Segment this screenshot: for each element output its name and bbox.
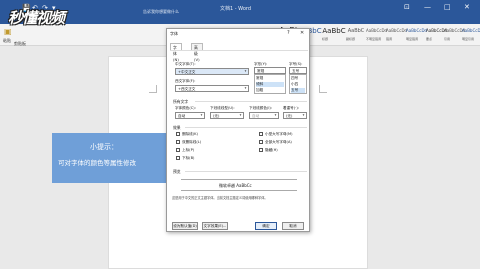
checkbox-box[interactable]	[259, 148, 263, 152]
style-strong[interactable]: AaBbCcDd 要点	[426, 25, 447, 45]
paste-label[interactable]: 粘贴	[3, 38, 11, 44]
chinese-font-select[interactable]: +中文正文 ▾	[175, 68, 249, 75]
tip-text: 可对字体的颜色等属性修改	[58, 159, 136, 167]
underline-style-label: 下划线线型(U):	[210, 106, 235, 110]
chevron-down-icon: ▾	[274, 113, 277, 117]
checkbox-box[interactable]	[176, 148, 180, 152]
underline-color-label: 下划线颜色(I):	[249, 106, 273, 110]
list-item[interactable]: 常规	[256, 76, 263, 81]
tab-font[interactable]: 字体(N)	[170, 43, 182, 62]
text-effects-button[interactable]: 文字效果(E)...	[202, 222, 228, 230]
superscript-checkbox[interactable]: 上标(P)	[176, 148, 194, 153]
font-color-label: 字体颜色(C):	[175, 106, 196, 110]
maximize-icon[interactable]: □	[444, 3, 451, 11]
all-caps-checkbox[interactable]: 全部大写字母(A)	[259, 140, 292, 145]
cancel-button[interactable]: 取消	[282, 222, 304, 230]
dialog-title: 字体	[170, 31, 178, 36]
ok-button[interactable]: 确定	[255, 222, 277, 230]
chinese-font-label: 中文字体(T):	[175, 62, 196, 66]
list-item[interactable]: 四号	[291, 76, 298, 81]
preview-group-label: 预览	[173, 169, 181, 174]
margin-corner-top-left	[149, 85, 157, 93]
close-icon[interactable]: ✕	[300, 30, 304, 36]
chevron-down-icon: ▾	[244, 86, 247, 90]
group-divider	[185, 127, 307, 128]
checkbox-box[interactable]	[176, 132, 180, 136]
chevron-down-icon: ▾	[200, 113, 203, 117]
emphasis-mark-label: 着重号(·):	[283, 106, 299, 110]
underline-color-select[interactable]: 自动 ▾	[249, 112, 279, 119]
help-icon[interactable]: ?	[287, 30, 290, 36]
paste-icon[interactable]: ▣	[4, 27, 12, 36]
video-logo: 秒懂视频	[8, 7, 65, 28]
font-preview: 微软卓越 AaBbCc	[181, 179, 297, 191]
checkbox-box[interactable]	[176, 140, 180, 144]
font-style-input[interactable]: 常规	[254, 67, 286, 74]
font-note: 这是用于中文的正文主题字体。当前文档主题定义将使用哪种字体。	[172, 196, 268, 200]
margin-corner-top-right	[319, 85, 327, 93]
style-quote[interactable]: AaBbCcDd 引用	[444, 25, 465, 45]
checkbox-box[interactable]	[176, 156, 180, 160]
set-default-button[interactable]: 设为默认值(D)	[172, 222, 198, 230]
style-intense-emphasis[interactable]: AaBbCcDd 明显强调	[406, 25, 427, 45]
list-item[interactable]: 小四	[291, 82, 298, 87]
underline-style-select[interactable]: (无) ▾	[210, 112, 244, 119]
preview-text: 微软卓越 AaBbCc	[219, 183, 252, 188]
tip-title: 小提示：	[90, 143, 118, 151]
tip-box: 小提示： 可对字体的颜色等属性修改	[52, 133, 180, 183]
font-color-select[interactable]: 自动 ▾	[175, 112, 205, 119]
tell-me-search[interactable]: 告诉我你想要做什么	[143, 9, 233, 18]
minimize-icon[interactable]: —	[424, 3, 431, 11]
subscript-checkbox[interactable]: 下标(B)	[176, 156, 194, 161]
emphasis-mark-select[interactable]: (无) ▾	[283, 112, 307, 119]
font-style-list[interactable]: 常规 倾斜 加粗	[254, 74, 286, 94]
style-emphasis[interactable]: AaBbCcDd 强调	[386, 25, 407, 45]
checkbox-box[interactable]	[259, 140, 263, 144]
hidden-checkbox[interactable]: 隐藏(H)	[259, 148, 278, 153]
chevron-down-icon: ▾	[302, 113, 305, 117]
tab-advanced[interactable]: 高级(V)	[191, 43, 203, 62]
title-bar: 💾 ↶ ↷ ▾ 文档1 - Word 告诉我你想要做什么 ⊡ — □ ✕	[0, 0, 480, 24]
ribbon-display-options-icon[interactable]: ⊡	[404, 3, 410, 11]
list-item[interactable]: 加粗	[256, 88, 263, 93]
chevron-down-icon: ▾	[244, 69, 247, 73]
checkbox-box[interactable]	[259, 132, 263, 136]
style-title[interactable]: AaBbC 标题	[322, 25, 346, 45]
style-subtitle[interactable]: AaBbC 副标题	[346, 25, 366, 45]
font-dialog: 字体 ? ✕ 字体(N) 高级(V) 中文字体(T): +中文正文 ▾ 西文字体(…	[166, 28, 310, 232]
list-item[interactable]: 倾斜	[256, 82, 284, 87]
chevron-down-icon: ▾	[239, 113, 242, 117]
western-font-label: 西文字体(F):	[175, 79, 196, 83]
group-divider	[185, 171, 307, 172]
tab-divider	[170, 50, 308, 51]
close-window-icon[interactable]: ✕	[464, 3, 470, 11]
style-subtle-emphasis[interactable]: AaBbCcDd 不明显强调	[366, 25, 387, 45]
all-text-group-label: 所有文字	[173, 99, 189, 104]
font-size-input[interactable]: 五号	[289, 67, 307, 74]
list-item[interactable]: 五号	[291, 88, 305, 93]
small-caps-checkbox[interactable]: 小型大写字母(M)	[259, 132, 292, 137]
logo-text: 秒懂视频	[8, 9, 65, 27]
western-font-select[interactable]: +西文正文 ▾	[175, 85, 249, 92]
font-size-list[interactable]: 四号 小四 五号	[289, 74, 307, 94]
double-strikethrough-checkbox[interactable]: 双删除线(L)	[176, 140, 201, 145]
group-divider	[195, 101, 307, 102]
strikethrough-checkbox[interactable]: 删除线(K)	[176, 132, 198, 137]
style-intense-quote[interactable]: AaBbCcD 明显引用	[462, 25, 480, 45]
effects-group-label: 效果	[173, 125, 181, 130]
